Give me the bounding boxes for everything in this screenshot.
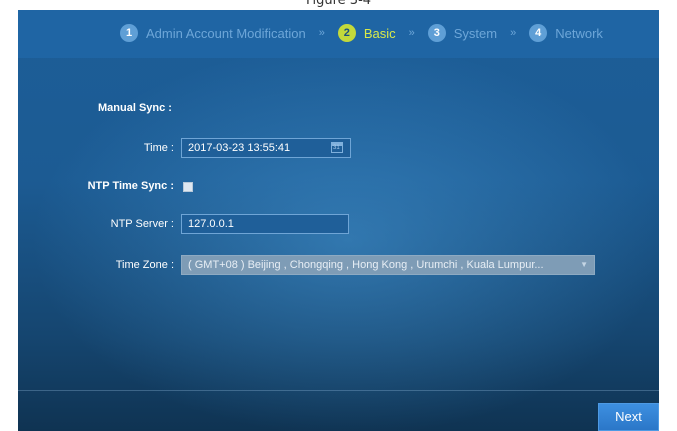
ntp-server-input[interactable] bbox=[181, 214, 349, 234]
time-zone-label: Time Zone : bbox=[115, 259, 174, 271]
step-separator-icon: » bbox=[318, 27, 325, 39]
next-button[interactable]: Next bbox=[598, 403, 659, 431]
step-system[interactable]: 3 System bbox=[427, 24, 498, 42]
step-network[interactable]: 4 Network bbox=[529, 24, 603, 42]
step-number-2: 2 bbox=[337, 24, 356, 42]
time-field[interactable]: 2017-03-23 13:55:41 bbox=[181, 138, 351, 158]
step-label-system: System bbox=[453, 25, 498, 41]
footer-divider bbox=[18, 390, 659, 391]
step-number-1: 1 bbox=[120, 24, 138, 42]
time-value: 2017-03-23 13:55:41 bbox=[188, 142, 291, 154]
wizard-step-bar: 1 Admin Account Modification » 2 Basic »… bbox=[18, 10, 659, 58]
step-number-4: 4 bbox=[529, 24, 548, 42]
step-admin-account[interactable]: 1 Admin Account Modification bbox=[120, 24, 306, 42]
wizard-steps: 1 Admin Account Modification » 2 Basic »… bbox=[120, 24, 603, 42]
figure-caption: Figure 3-4 bbox=[305, 0, 372, 8]
calendar-icon[interactable] bbox=[331, 142, 343, 153]
setup-wizard-panel: 1 Admin Account Modification » 2 Basic »… bbox=[18, 10, 659, 431]
step-number-3: 3 bbox=[427, 24, 446, 42]
time-label: Time : bbox=[143, 142, 174, 154]
ntp-time-sync-label: NTP Time Sync : bbox=[87, 180, 174, 192]
step-separator-icon: » bbox=[510, 27, 517, 39]
step-label-basic: Basic bbox=[363, 25, 396, 41]
step-separator-icon: » bbox=[408, 27, 415, 39]
ntp-time-sync-checkbox[interactable] bbox=[183, 182, 193, 192]
manual-sync-label: Manual Sync : bbox=[98, 102, 172, 114]
chevron-down-icon: ▼ bbox=[580, 260, 588, 269]
step-label-network: Network bbox=[555, 25, 603, 41]
step-basic[interactable]: 2 Basic bbox=[337, 24, 396, 42]
time-zone-select[interactable]: ( GMT+08 ) Beijing , Chongqing , Hong Ko… bbox=[181, 255, 595, 275]
time-zone-value: ( GMT+08 ) Beijing , Chongqing , Hong Ko… bbox=[188, 259, 544, 271]
step-label-admin-account: Admin Account Modification bbox=[146, 25, 306, 41]
ntp-server-label: NTP Server : bbox=[110, 218, 174, 230]
